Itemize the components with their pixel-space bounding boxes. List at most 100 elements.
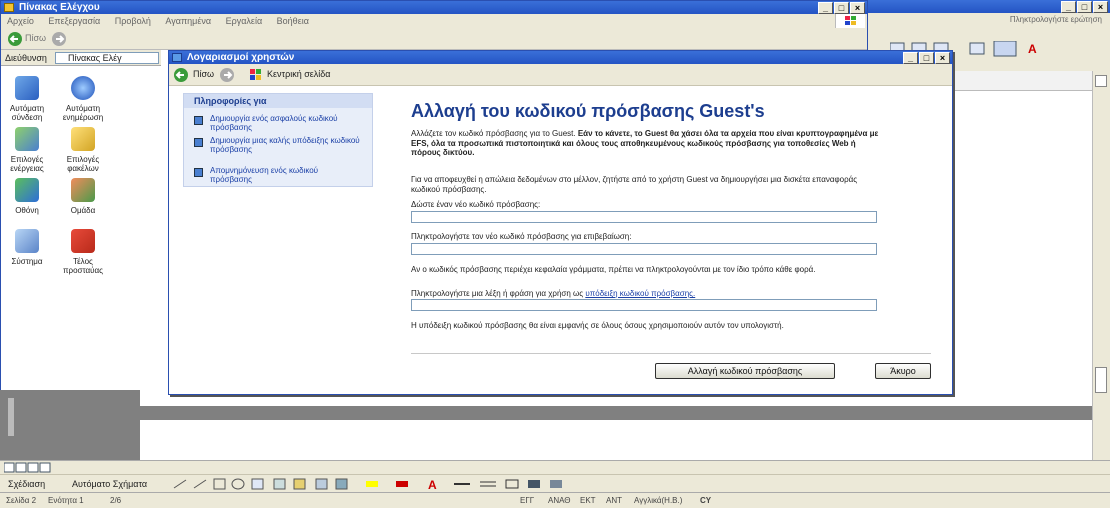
forward-arrow-icon[interactable] [51, 31, 67, 47]
confirm-password-field[interactable] [411, 243, 877, 255]
password-hint-link[interactable]: υπόδειξη κωδικού πρόσβασης. [585, 289, 695, 298]
menu-help[interactable]: Βοήθεια [277, 16, 309, 26]
dialog-maximize-button[interactable]: □ [919, 52, 934, 64]
status-section: Ενότητα 1 [48, 496, 84, 505]
help-link-label[interactable]: Δημιουργία ενός ασφαλούς κωδικού πρόσβασ… [210, 114, 360, 132]
power-options-icon[interactable] [15, 127, 39, 151]
status-page: Σελίδα 2 [6, 496, 37, 505]
document-page-next[interactable] [140, 420, 1092, 460]
help-icon [194, 138, 203, 147]
draw-menu[interactable]: Σχέδιαση [8, 475, 45, 492]
info-panel-heading: Πληροφορίες για [194, 96, 267, 106]
home-label[interactable]: Κεντρική σελίδα [267, 69, 330, 79]
hint-visibility-note: Η υπόδειξη κωδικού πρόσβασης θα είναι εμ… [411, 321, 784, 330]
home-icon[interactable] [249, 68, 263, 82]
status-pages: 2/6 [110, 496, 122, 505]
windows-logo [835, 14, 865, 28]
hint-label: Πληκτρολογήστε μια λέξη ή φράση για χρήσ… [411, 289, 695, 298]
new-password-label: Δώστε έναν νέο κωδικό πρόσβασης: [411, 200, 541, 209]
help-link-label[interactable]: Δημιουργία μιας καλής υπόδειξης κωδικού … [210, 136, 360, 154]
word-window-buttons: _ □ × [1061, 1, 1108, 13]
status-keyboard: CY [700, 496, 712, 505]
dialog-forward-icon[interactable] [219, 67, 235, 83]
svg-text:A: A [428, 478, 437, 491]
scroll-up-button[interactable] [1095, 75, 1107, 87]
status-rec: ΕΓΓ [520, 496, 535, 505]
cp-item-label: Σύστημα [11, 257, 43, 266]
back-arrow-icon[interactable] [7, 31, 23, 47]
dialog-window-buttons: _ □ × [903, 52, 950, 64]
confirm-password-label: Πληκτρολογήστε τον νέο κωδικό πρόσβασης … [411, 232, 632, 241]
dialog-back-label[interactable]: Πίσω [193, 69, 214, 79]
display-icon[interactable] [15, 178, 39, 202]
cp-item-label: Επιλογές ενέργειας [10, 155, 44, 173]
dialog-title: Λογαριασμοί χρηστών [187, 52, 295, 63]
drawing-tools-icons[interactable]: A [170, 477, 690, 491]
control-panel-toolbar: Πίσω [1, 28, 867, 50]
status-ovr: ΑΝΤ [606, 496, 622, 505]
dialog-back-icon[interactable] [173, 67, 189, 83]
view-buttons-icons[interactable] [4, 462, 64, 474]
maximize-button[interactable]: □ [834, 2, 849, 14]
user-accounts-dialog: Λογαριασμοί χρηστών _ □ × Πίσω Κεντρική … [168, 50, 953, 395]
control-panel-title: Πίνακας Ελέγχου [19, 2, 100, 13]
dialog-close-button[interactable]: × [935, 52, 950, 64]
menu-file[interactable]: Αρχείο [7, 16, 34, 26]
group-icon[interactable] [71, 178, 95, 202]
change-password-button[interactable]: Αλλαγή κωδικού πρόσβασης [655, 363, 835, 379]
control-panel-icon [4, 3, 14, 12]
minimize-button[interactable]: _ [818, 2, 833, 14]
password-hint-field[interactable] [411, 299, 877, 311]
menu-view[interactable]: Προβολή [115, 16, 151, 26]
cp-item-label: Οθόνη [15, 206, 39, 215]
cp-item-label: Επιλογές φακέλων [66, 155, 100, 173]
dialog-minimize-button[interactable]: _ [903, 52, 918, 64]
status-language: Αγγλικά(Η.Β.) [634, 496, 683, 505]
menu-tools[interactable]: Εργαλεία [226, 16, 263, 26]
view-buttons-bar [0, 460, 1110, 474]
word-vertical-scrollbar[interactable] [1092, 71, 1110, 471]
tasks-icon[interactable] [71, 229, 95, 253]
menu-favorites[interactable]: Αγαπημένα [165, 16, 211, 26]
status-bar: Σελίδα 2 Ενότητα 1 2/6 ΕΓΓ ΑΝΑΘ ΕΚΤ ΑΝΤ … [0, 492, 1110, 508]
help-icon [194, 116, 203, 125]
drawing-toolbar: Σχέδιαση Αυτόματο Σχήματα A [0, 474, 1110, 492]
word-minimize-button[interactable]: _ [1061, 1, 1076, 13]
advice-text: Για να αποφευχθεί η απώλεια δεδομένων στ… [411, 175, 858, 194]
warning-text: Αλλάζετε τον κωδικό πρόσβασης για το Gue… [411, 129, 881, 158]
cp-item-label: Τέλος προσταύας [63, 257, 103, 275]
svg-text:A: A [1028, 42, 1037, 56]
back-label: Πίσω [25, 33, 47, 43]
close-button[interactable]: × [850, 2, 865, 14]
page-title: Αλλαγή του κωδικού πρόσβασης Guest's [411, 101, 765, 121]
scroll-thumb[interactable] [1095, 367, 1107, 393]
warning-text-normal: Αλλάζετε τον κωδικό πρόσβασης για το Gue… [411, 129, 578, 138]
address-bar: Διεύθυνση Πίνακας Ελέγ [1, 50, 161, 66]
status-ext: ΕΚΤ [580, 496, 596, 505]
system-icon[interactable] [15, 229, 39, 253]
autoshapes-menu[interactable]: Αυτόματο Σχήματα [72, 475, 147, 492]
word-menu-strip: Πληκτρολογήστε ερώτηση [868, 13, 1110, 27]
user-accounts-icon [172, 53, 182, 62]
hint-label-text: Πληκτρολογήστε μια λέξη ή φράση για χρήσ… [411, 289, 586, 298]
word-maximize-button[interactable]: □ [1077, 1, 1092, 13]
cancel-button[interactable]: Άκυρο [875, 363, 931, 379]
word-close-button[interactable]: × [1093, 1, 1108, 13]
update-icon[interactable] [71, 76, 95, 100]
folder-options-icon[interactable] [71, 127, 95, 151]
control-panel-window-buttons: _ □ × [818, 2, 865, 14]
control-panel-titlebar[interactable]: Πίνακας Ελέγχου _ □ × [1, 1, 867, 14]
left-ruler [8, 398, 14, 436]
cp-item-label: Ομάδα [70, 206, 96, 215]
address-field[interactable]: Πίνακας Ελέγ [55, 52, 159, 64]
ask-question-box[interactable]: Πληκτρολογήστε ερώτηση [1010, 15, 1102, 24]
cp-item-label: Αυτόματη σύνδεση [9, 104, 45, 122]
help-link-label[interactable]: Απομνημόνευση ενός κωδικού πρόσβασης [210, 166, 360, 184]
menu-edit[interactable]: Επεξεργασία [48, 16, 100, 26]
network-icon[interactable] [15, 76, 39, 100]
new-password-field[interactable] [411, 211, 877, 223]
cp-item-label: Αυτόματη ενημέρωση [62, 104, 104, 122]
word-title-strip: _ □ × [868, 0, 1110, 13]
case-sensitivity-note: Αν ο κωδικός πρόσβασης περιέχει κεφαλαία… [411, 265, 816, 274]
dialog-titlebar[interactable]: Λογαριασμοί χρηστών _ □ × [169, 51, 952, 64]
